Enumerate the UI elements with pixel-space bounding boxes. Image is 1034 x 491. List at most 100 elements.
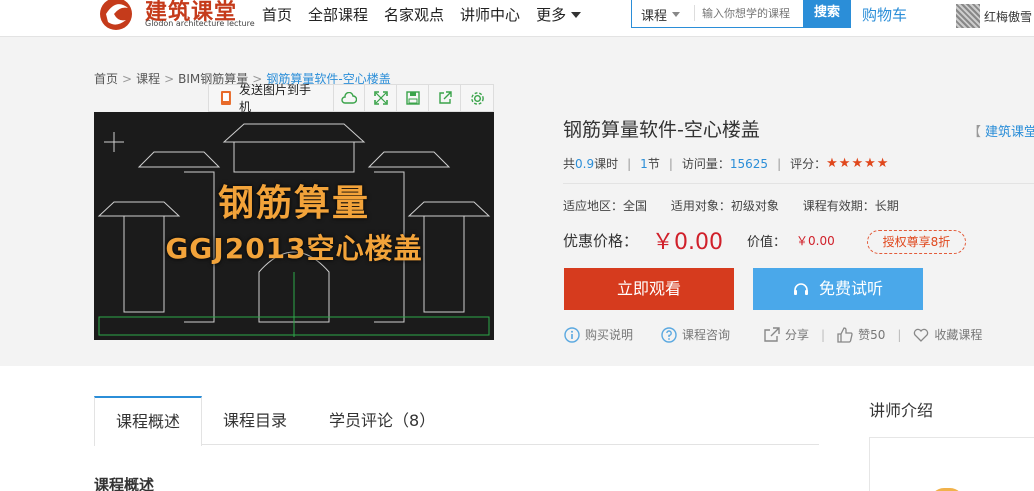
chevron-down-icon [571,11,582,18]
validity-value: 长期 [874,199,899,213]
free-trial-button[interactable]: 免费试听 [753,268,923,310]
search-category-label: 课程 [641,9,668,24]
validity-attr: 课程有效期：长期 [803,199,899,213]
nav-expert-views[interactable]: 名家观点 [384,4,444,25]
nav-more[interactable]: 更多 [536,4,582,25]
search-divider [694,5,695,21]
search-box: 课程 [631,0,804,28]
nav-all-courses[interactable]: 全部课程 [308,4,368,25]
like-label: 赞50 [858,328,886,342]
send-to-phone-button[interactable]: 发送图片到手机 [209,83,334,114]
audience-attr: 适用对象：初级对象 [671,199,779,213]
fullscreen-button[interactable] [365,85,398,111]
nav-more-label: 更多 [536,6,567,24]
price-label: 优惠价格： [563,231,639,250]
heart-icon [914,328,929,342]
discount-badge[interactable]: 授权尊享8折 [867,230,966,254]
expand-icon [374,91,388,105]
hours-prefix: 共 [563,157,576,171]
buy-info-label: 购买说明 [585,328,634,342]
rating-label: 评分： [790,157,827,171]
course-attributes: 适应地区：全国 适用对象：初级对象 课程有效期：长期 [563,197,919,214]
watch-now-button[interactable]: 立即观看 [564,268,734,310]
logo-subtitle: Glodon architecture lecture [145,19,255,28]
tab-overview[interactable]: 课程概述 [94,396,203,446]
cloud-button[interactable] [334,85,366,111]
tab-catalog[interactable]: 课程目录 [202,396,308,445]
teacher-title: 讲师介绍 [869,401,934,420]
share-link[interactable]: 分享 [764,326,809,343]
buy-info-link[interactable]: 购买说明 [564,326,633,343]
visits-label: 访问量： [681,157,730,171]
share-icon [764,327,780,342]
lessons-suffix: 节 [647,157,660,171]
chevron-right-icon: > [122,72,133,86]
save-icon [406,91,420,105]
gear-icon [470,91,484,105]
course-actions: 购买说明 课程咨询 分享 | 赞50 | 收藏课程 [564,326,982,343]
meta-separator: | [777,156,782,171]
meta-separator: | [627,156,632,171]
meta-separator: | [668,156,673,171]
price-row: 优惠价格： ￥0.00 价值： ￥0.00 [563,225,835,255]
bracket-icon: 【 [968,125,982,140]
rating-stars-icon: ★★★★★ [826,156,890,171]
price-value: ￥0.00 [652,230,724,255]
value-label: 价值： [747,234,787,250]
region-value: 全国 [623,199,648,213]
action-separator: | [821,327,826,342]
main-nav: 首页 全部课程 名家观点 讲师中心 更多 [262,4,597,25]
nav-lecturer-center[interactable]: 讲师中心 [460,4,520,25]
divider [563,183,1034,184]
chevron-right-icon: > [164,72,175,86]
chevron-down-icon [672,12,681,17]
send-to-phone-label: 发送图片到手机 [238,83,311,114]
course-brand-label: 建筑课堂 [985,125,1034,140]
thumbs-up-icon [837,326,853,343]
info-icon [564,326,580,343]
external-link-icon [438,91,452,104]
hours-value: 0.9 [575,156,595,171]
share-label: 分享 [785,328,810,342]
free-trial-label: 免费试听 [818,279,883,298]
top-header: 建筑课堂 Glodon architecture lecture 首页 全部课程… [0,0,1034,36]
search-category-select[interactable]: 课程 [641,5,681,24]
hours-suffix: 课时 [594,157,619,171]
search-button[interactable]: 搜索 [803,0,851,28]
building-drawing [97,123,491,337]
user-name[interactable]: 红梅傲雪 [984,8,1032,25]
favorite-link[interactable]: 收藏课程 [913,326,982,343]
lessons-value: 1 [640,156,648,171]
nav-home[interactable]: 首页 [262,4,292,25]
cover-title-line2: GGJ2013空心楼盖 [165,232,423,265]
course-cover-image[interactable]: 钢筋算量 GGJ2013空心楼盖 [94,112,494,340]
visits-value: 15625 [729,156,769,171]
validity-label: 课程有效期： [802,199,875,213]
cloud-icon [341,92,358,104]
phone-send-icon [220,91,231,105]
breadcrumb-courses[interactable]: 课程 [136,72,160,86]
section-title: 课程概述 [94,476,155,491]
value-value: ￥0.00 [796,233,835,248]
question-icon [661,326,677,343]
share-image-button[interactable] [429,85,462,111]
settings-button[interactable] [461,85,493,111]
save-button[interactable] [397,85,430,111]
product-section: 首页>课程>BIM钢筋算量>钢筋算量软件-空心楼盖 发送图片到手机 [0,36,1034,366]
region-label: 适应地区： [563,199,624,213]
audience-label: 适用对象： [670,199,731,213]
breadcrumb-home[interactable]: 首页 [94,72,118,86]
course-title: 钢筋算量软件-空心楼盖 [563,119,760,141]
course-tabs: 课程概述 课程目录 学员评论（8） [94,396,819,446]
search-input[interactable] [702,3,802,23]
avatar[interactable] [956,4,980,28]
consult-link[interactable]: 课程咨询 [661,326,730,343]
cart-link[interactable]: 购物车 [862,4,907,25]
logo-icon[interactable] [96,0,140,32]
favorite-label: 收藏课程 [934,328,983,342]
course-brand-link[interactable]: 【建筑课堂 [968,121,1034,140]
like-link[interactable]: 赞50 [837,326,885,343]
course-meta: 共 0.9 课时 | 1节 | 访问量： 15625 | 评分： ★★★★★ [563,155,889,172]
tab-reviews[interactable]: 学员评论（8） [308,396,456,445]
teacher-card[interactable] [869,437,1034,491]
